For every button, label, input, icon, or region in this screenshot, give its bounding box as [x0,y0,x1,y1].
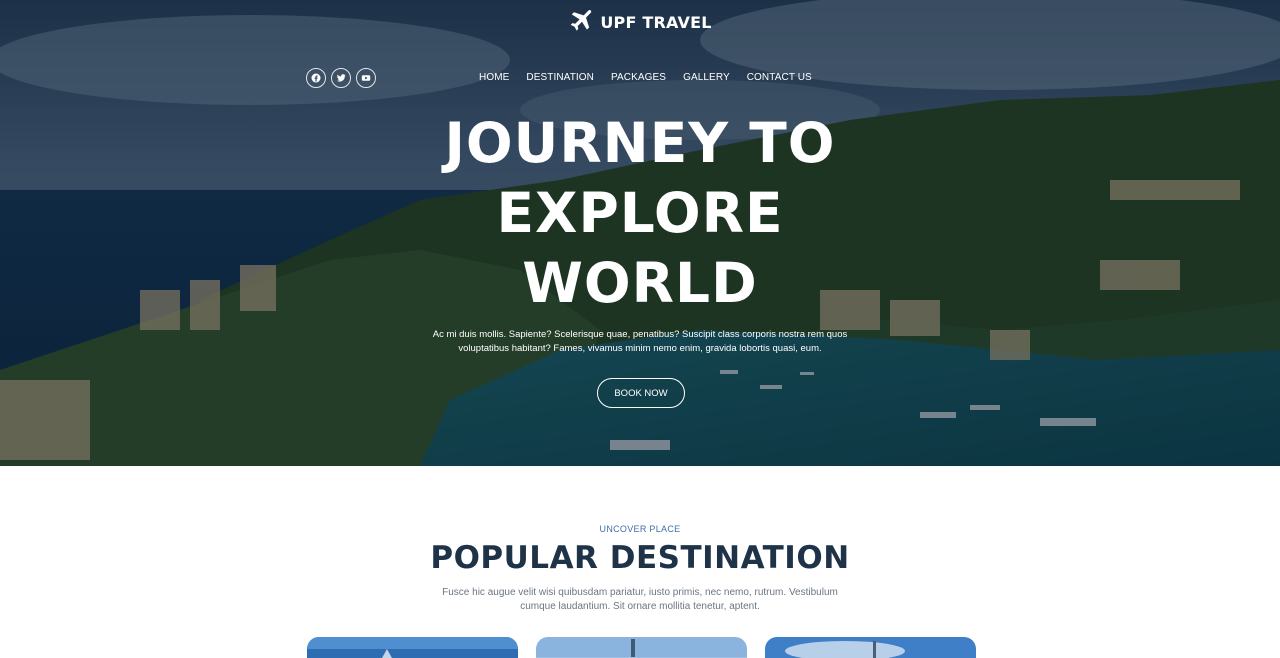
nav-item-gallery[interactable]: GALLERY [683,72,730,83]
nav-item-destination[interactable]: DESTINATION [526,72,594,83]
facebook-icon[interactable] [306,68,326,88]
youtube-icon[interactable] [356,68,376,88]
hero-headline-line: WORLD [522,251,758,315]
destination-card-image[interactable] [307,637,518,658]
section-title: POPULAR DESTINATION [430,540,850,576]
hero-headline-line: EXPLORE [496,181,784,245]
book-now-button[interactable]: BOOK NOW [597,378,685,408]
section-kicker: UNCOVER PLACE [599,524,681,534]
destination-card-image[interactable] [536,637,747,658]
nav-item-contact-us[interactable]: CONTACT US [747,72,812,83]
hero-section: UPF TRAVEL HOME DESTINATION PACKAGES GAL… [0,0,1280,466]
main-nav: HOME DESTINATION PACKAGES GALLERY CONTAC… [479,72,812,83]
twitter-icon[interactable] [331,68,351,88]
destination-cards [307,637,976,658]
nav-item-packages[interactable]: PACKAGES [611,72,666,83]
nav-item-home[interactable]: HOME [479,72,509,83]
social-links [306,68,376,88]
destination-card-image[interactable] [765,637,976,658]
airplane-icon [568,9,594,35]
brand-name: UPF TRAVEL [600,12,712,32]
section-description: Fusce hic augue velit wisi quibusdam par… [442,587,838,612]
hero-description: Ac mi duis mollis. Sapiente? Scelerisque… [432,329,848,354]
hero-headline-line: JOURNEY TO [444,111,836,175]
brand-logo[interactable]: UPF TRAVEL [0,9,1280,35]
popular-destination-section: UNCOVER PLACE POPULAR DESTINATION Fusce … [0,466,1280,658]
hero-headline: JOURNEY TO EXPLORE WORLD [0,108,1280,318]
